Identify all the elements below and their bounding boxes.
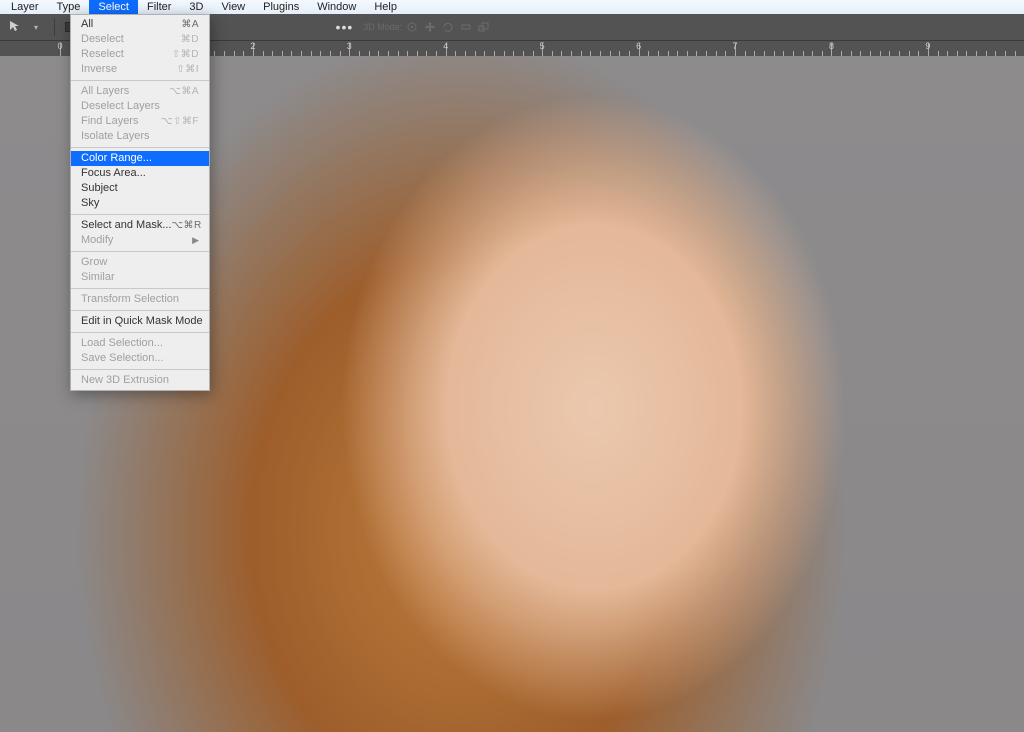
ruler-label: 0: [57, 41, 62, 51]
slide-icon: [458, 19, 474, 35]
menuitem-focus-area[interactable]: Focus Area...: [71, 166, 209, 181]
menu-separator: [71, 332, 209, 333]
menuitem-all[interactable]: All ⌘A: [71, 17, 209, 32]
menuitem-label: All Layers: [81, 85, 129, 98]
menuitem-label: Color Range...: [81, 152, 152, 165]
menuitem-label: New 3D Extrusion: [81, 374, 169, 387]
menuitem-label: Load Selection...: [81, 337, 163, 350]
menuitem-subject[interactable]: Subject: [71, 181, 209, 196]
menu-help[interactable]: Help: [365, 0, 406, 14]
menuitem-label: Deselect: [81, 33, 124, 46]
dropdown-caret-icon[interactable]: ▾: [28, 19, 44, 35]
menuitem-shortcut: ⌥⌘A: [169, 85, 199, 98]
menuitem-load-selection: Load Selection...: [71, 336, 209, 351]
menuitem-grow: Grow: [71, 255, 209, 270]
menuitem-label: Focus Area...: [81, 167, 146, 180]
orbit-icon: [404, 19, 420, 35]
roll-icon: [440, 19, 456, 35]
menuitem-label: Similar: [81, 271, 115, 284]
menu-type[interactable]: Type: [48, 0, 90, 14]
ruler-label: 8: [829, 41, 834, 51]
menuitem-similar: Similar: [71, 270, 209, 285]
menuitem-save-selection: Save Selection...: [71, 351, 209, 366]
menuitem-inverse: Inverse ⇧⌘I: [71, 62, 209, 77]
ruler-label: 3: [347, 41, 352, 51]
menuitem-label: Find Layers: [81, 115, 138, 128]
menuitem-label: Edit in Quick Mask Mode: [81, 315, 203, 328]
menuitem-isolate-layers: Isolate Layers: [71, 129, 209, 144]
menuitem-label: Sky: [81, 197, 99, 210]
menuitem-label: Isolate Layers: [81, 130, 149, 143]
ruler-label: 4: [443, 41, 448, 51]
menu-separator: [71, 288, 209, 289]
menuitem-label: All: [81, 18, 93, 31]
scale-icon: [476, 19, 492, 35]
ruler-label: 7: [733, 41, 738, 51]
menuitem-shortcut: ⇧⌘I: [176, 63, 199, 76]
menuitem-label: Subject: [81, 182, 118, 195]
menuitem-all-layers: All Layers ⌥⌘A: [71, 84, 209, 99]
menu-separator: [71, 310, 209, 311]
menuitem-label: Deselect Layers: [81, 100, 160, 113]
menuitem-sky[interactable]: Sky: [71, 196, 209, 211]
menu-separator: [71, 80, 209, 81]
menu-separator: [71, 147, 209, 148]
menuitem-select-and-mask[interactable]: Select and Mask...⌥⌘R: [71, 218, 209, 233]
ruler-label: 6: [636, 41, 641, 51]
select-menu-dropdown: All ⌘A Deselect ⌘D Reselect ⇧⌘D Inverse ⇧⌘I All …: [70, 14, 210, 391]
menuitem-shortcut: ⌥⇧⌘F: [161, 115, 199, 128]
menuitem-transform-selection: Transform Selection: [71, 292, 209, 307]
menuitem-label: Reselect: [81, 48, 124, 61]
menu-separator: [71, 251, 209, 252]
menu-window[interactable]: Window: [308, 0, 365, 14]
move-tool-icon[interactable]: [8, 19, 24, 35]
menuitem-reselect: Reselect ⇧⌘D: [71, 47, 209, 62]
menu-3d[interactable]: 3D: [180, 0, 212, 14]
menuitem-label: Transform Selection: [81, 293, 179, 306]
menuitem-label: Inverse: [81, 63, 117, 76]
menu-separator: [71, 214, 209, 215]
menuitem-modify: Modify ▶: [71, 233, 209, 248]
menuitem-find-layers: Find Layers ⌥⇧⌘F: [71, 114, 209, 129]
menu-filter[interactable]: Filter: [138, 0, 180, 14]
menuitem-deselect: Deselect ⌘D: [71, 32, 209, 47]
separator: [54, 18, 55, 36]
ruler-label: 2: [250, 41, 255, 51]
ruler-label: 9: [925, 41, 930, 51]
submenu-arrow-icon: ▶: [192, 234, 199, 247]
menu-select[interactable]: Select: [89, 0, 138, 14]
menuitem-label: Modify: [81, 234, 113, 247]
menu-view[interactable]: View: [212, 0, 254, 14]
menu-layer[interactable]: Layer: [2, 0, 48, 14]
menubar: LayerTypeSelectFilter3DViewPluginsWindow…: [0, 0, 1024, 14]
menuitem-new-3d-extrusion: New 3D Extrusion: [71, 373, 209, 388]
menu-separator: [71, 369, 209, 370]
more-options-icon[interactable]: •••: [332, 19, 358, 35]
menuitem-deselect-layers: Deselect Layers: [71, 99, 209, 114]
menuitem-shortcut: ⇧⌘D: [172, 48, 199, 61]
menu-plugins[interactable]: Plugins: [254, 0, 308, 14]
menuitem-shortcut: ⌥⌘R: [172, 219, 202, 232]
3d-mode-label: 3D Mode:: [363, 22, 402, 32]
menuitem-label: Save Selection...: [81, 352, 164, 365]
menuitem-edit-in-quick-mask-mode[interactable]: Edit in Quick Mask Mode: [71, 314, 209, 329]
menuitem-label: Select and Mask...: [81, 219, 172, 232]
menuitem-shortcut: ⌘D: [181, 33, 199, 46]
menuitem-label: Grow: [81, 256, 107, 269]
menuitem-color-range[interactable]: Color Range...: [71, 151, 209, 166]
menuitem-shortcut: ⌘A: [181, 18, 199, 31]
ruler-label: 5: [540, 41, 545, 51]
pan-icon: [422, 19, 438, 35]
